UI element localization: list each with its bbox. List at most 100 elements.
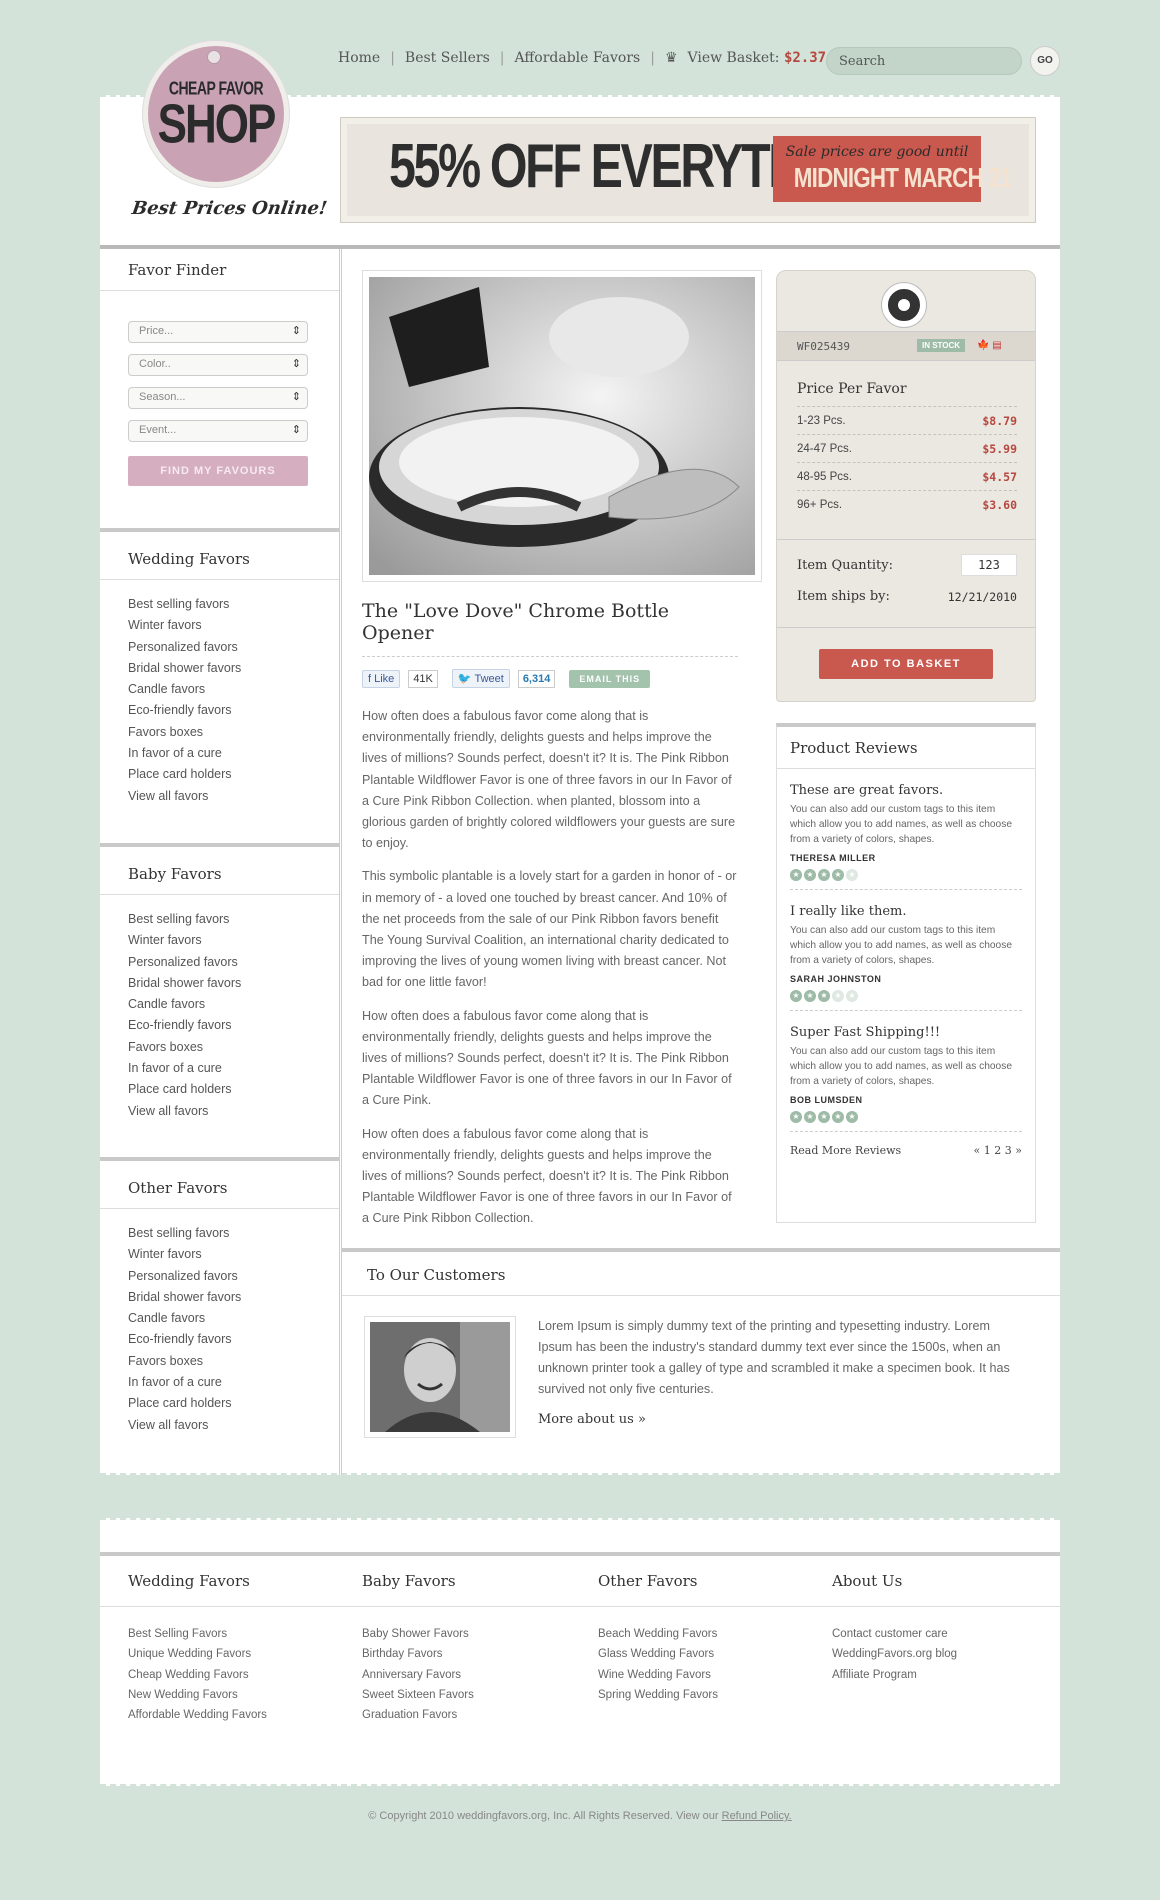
unit-price: $4.57 [982,469,1017,484]
footer-link[interactable]: Affiliate Program [832,1665,957,1685]
refund-policy-link[interactable]: Refund Policy. [722,1810,792,1822]
list-item[interactable]: Candle favors [128,994,311,1015]
qty-label: Item Quantity: [797,557,893,573]
list-item[interactable]: Eco-friendly favors [128,1329,311,1350]
star-icon: ★ [790,869,802,881]
footer-link[interactable]: Wine Wedding Favors [598,1665,718,1685]
sku: WF025439 [797,340,850,353]
list-item[interactable]: Winter favors [128,930,311,951]
list-item[interactable]: View all favors [128,1415,311,1436]
ship-date: 12/21/2010 [947,589,1017,604]
footer-link[interactable]: Baby Shower Favors [362,1624,474,1644]
review-title: I really like them. [790,904,907,919]
price-select[interactable]: Price... [128,321,308,343]
list-item[interactable]: Favors boxes [128,1351,311,1372]
footer-link[interactable]: New Wedding Favors [128,1685,267,1705]
sale-deadline-box: Sale prices are good until MIDNIGHT MARC… [773,136,1012,202]
qty-range: 96+ Pcs. [797,498,843,511]
sale-note: Sale prices are good until [785,144,969,160]
view-basket-link[interactable]: View Basket: $2.37 [688,50,827,66]
footer-link[interactable]: Sweet Sixteen Favors [362,1685,474,1705]
list-item[interactable]: Winter favors [128,615,311,636]
list-item[interactable]: Eco-friendly favors [128,1015,311,1036]
footer-column: Other Favors Beach Wedding Favors Glass … [598,1572,718,1705]
footer-link[interactable]: Affordable Wedding Favors [128,1705,267,1725]
favor-finder-title: Favor Finder [100,249,339,291]
footer-link[interactable]: WeddingFavors.org blog [832,1644,957,1664]
star-icon: ★ [818,990,830,1002]
list-item[interactable]: In favor of a cure [128,1058,311,1079]
copyright-text: © Copyright 2010 weddingfavors.org, Inc.… [368,1810,719,1822]
bottle-opener-photo [369,277,755,575]
color-select[interactable]: Color.. [128,354,308,376]
list-item[interactable]: Best selling favors [128,594,311,615]
footer-link[interactable]: Cheap Wedding Favors [128,1665,267,1685]
list-item[interactable]: Favors boxes [128,1037,311,1058]
search-input[interactable]: Search [826,47,1022,75]
list-item[interactable]: Place card holders [128,764,311,785]
read-more-reviews-link[interactable]: Read More Reviews [790,1144,901,1157]
price-tag: WF025439 IN STOCK 🍁 ▤ Price Per Favor 1-… [776,270,1036,702]
footer: Wedding Favors Best Selling Favors Uniqu… [100,1518,1060,1786]
list-item[interactable]: Best selling favors [128,909,311,930]
footer-link[interactable]: Birthday Favors [362,1644,474,1664]
list-item[interactable]: Bridal shower favors [128,973,311,994]
footer-link[interactable]: Unique Wedding Favors [128,1644,267,1664]
tweet-button[interactable]: 🐦 Tweet [451,669,510,688]
review-title: These are great favors. [790,783,944,798]
footer-link[interactable]: Glass Wedding Favors [598,1644,718,1664]
footer-link[interactable]: Contact customer care [832,1624,957,1644]
list-item[interactable]: In favor of a cure [128,743,311,764]
list-item[interactable]: View all favors [128,786,311,807]
list-item[interactable]: Place card holders [128,1079,311,1100]
list-item[interactable]: Bridal shower favors [128,658,311,679]
sale-banner[interactable]: 55% OFF EVERYTHING Sale prices are good … [340,117,1036,223]
footer-column-title: Other Favors [598,1572,698,1590]
nav-home-link[interactable]: Home [338,50,380,66]
section-title: Other Favors [100,1167,339,1209]
email-this-button[interactable]: EMAIL THIS [569,669,651,688]
season-select[interactable]: Season... [128,387,308,409]
footer-link[interactable]: Best Selling Favors [128,1624,267,1644]
more-about-us-link[interactable]: More about us » [538,1412,646,1427]
review-item: Super Fast Shipping!!! You can also add … [790,1011,1022,1132]
footer-link[interactable]: Beach Wedding Favors [598,1624,718,1644]
go-button[interactable]: GO [1030,46,1060,76]
event-select[interactable]: Event... [128,420,308,442]
facebook-like-button[interactable]: f Like [362,669,401,688]
price-row: 24-47 Pcs. $5.99 [797,434,1017,462]
list-item[interactable]: Favors boxes [128,722,311,743]
nav-separator: | [650,50,655,66]
reviews-pager[interactable]: « 1 2 3 » [974,1144,1022,1157]
list-item[interactable]: Best selling favors [128,1223,311,1244]
quantity-field[interactable]: 123 [961,554,1017,576]
product-image[interactable] [362,270,762,582]
add-to-basket-button[interactable]: ADD TO BASKET [819,649,993,679]
list-item[interactable]: Candle favors [128,679,311,700]
nav-best-sellers-link[interactable]: Best Sellers [405,50,490,66]
list-item[interactable]: Personalized favors [128,952,311,973]
list-item[interactable]: View all favors [128,1101,311,1122]
star-rating: ★ ★ ★ ★ ★ [790,1111,1022,1123]
review-author: SARAH JOHNSTON [790,974,882,984]
find-favours-button[interactable]: FIND MY FAVOURS [128,456,308,486]
list-item[interactable]: Eco-friendly favors [128,700,311,721]
footer-link[interactable]: Spring Wedding Favors [598,1685,718,1705]
list-item[interactable]: Candle favors [128,1308,311,1329]
price-row: 1-23 Pcs. $8.79 [797,406,1017,434]
list-item[interactable]: Winter favors [128,1244,311,1265]
footer-link[interactable]: Graduation Favors [362,1705,474,1725]
list-item[interactable]: Personalized favors [128,637,311,658]
list-item[interactable]: Bridal shower favors [128,1287,311,1308]
ship-row: Item ships by: 12/21/2010 [797,589,1017,604]
review-item: These are great favors. You can also add… [790,769,1022,890]
product-main: The "Love Dove" Chrome Bottle Opener f L… [362,270,762,1230]
qty-range: 48-95 Pcs. [797,470,852,483]
footer-link[interactable]: Anniversary Favors [362,1665,474,1685]
star-icon: ★ [846,990,858,1002]
basket-icon[interactable]: ♛ [665,50,678,66]
list-item[interactable]: Place card holders [128,1393,311,1414]
nav-affordable-link[interactable]: Affordable Favors [514,50,640,66]
list-item[interactable]: In favor of a cure [128,1372,311,1393]
list-item[interactable]: Personalized favors [128,1266,311,1287]
